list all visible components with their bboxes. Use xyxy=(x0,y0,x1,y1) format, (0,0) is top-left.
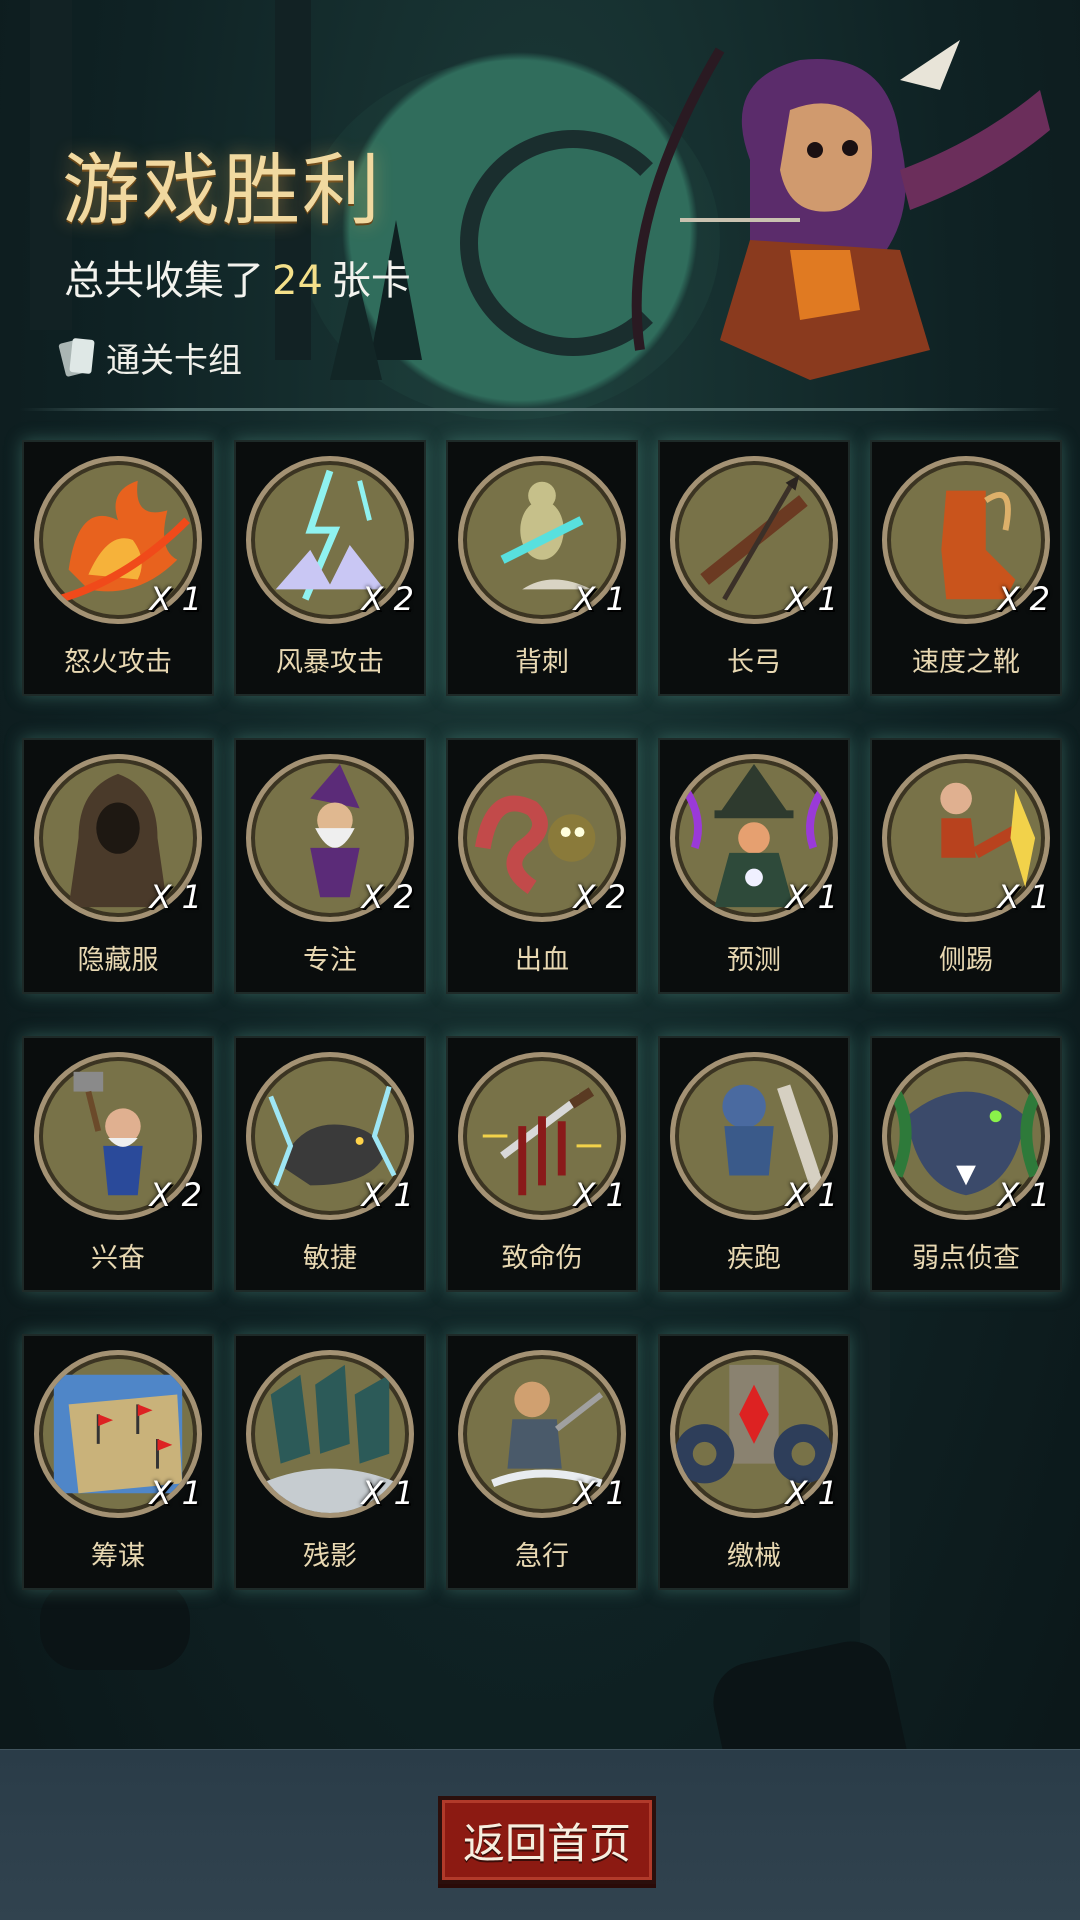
card-item[interactable]: X 1 长弓 xyxy=(658,440,850,696)
card-name: 预测 xyxy=(727,945,781,976)
card-quantity: X 1 xyxy=(785,1176,838,1214)
card-item[interactable]: X 1 背刺 xyxy=(446,440,638,696)
cleared-deck-label: 通关卡组 xyxy=(106,340,242,381)
card-name: 致命伤 xyxy=(501,1243,583,1274)
card-quantity: X 2 xyxy=(361,580,414,618)
card-item[interactable]: X 2 专注 xyxy=(234,738,426,994)
card-item[interactable]: X 1 怒火攻击 xyxy=(22,440,214,696)
summary-suffix: 张卡 xyxy=(330,258,411,304)
card-quantity: X 1 xyxy=(997,1176,1050,1214)
card-name: 敏捷 xyxy=(303,1243,357,1274)
header-divider xyxy=(20,408,1060,411)
card-count: 24 xyxy=(272,258,323,304)
card-name: 长弓 xyxy=(727,647,781,678)
card-item[interactable]: X 1 致命伤 xyxy=(446,1036,638,1292)
card-item[interactable]: X 1 急行 xyxy=(446,1334,638,1590)
card-name: 筹谋 xyxy=(91,1541,145,1572)
card-name: 背刺 xyxy=(515,647,569,678)
card-name: 风暴攻击 xyxy=(276,647,384,678)
card-item[interactable]: X 1 筹谋 xyxy=(22,1334,214,1590)
card-item[interactable]: X 1 侧踢 xyxy=(870,738,1062,994)
card-name: 专注 xyxy=(303,945,357,976)
card-item[interactable]: X 1 预测 xyxy=(658,738,850,994)
summary-prefix: 总共收集了 xyxy=(64,258,264,304)
skull-silhouette xyxy=(40,1580,190,1670)
card-name: 兴奋 xyxy=(91,1243,145,1274)
card-name: 隐藏服 xyxy=(77,945,159,976)
hooded-archer-illustration xyxy=(631,40,1050,380)
card-name: 急行 xyxy=(515,1541,569,1572)
card-quantity: X 2 xyxy=(997,580,1050,618)
card-item[interactable]: X 1 残影 xyxy=(234,1334,426,1590)
card-quantity: X 2 xyxy=(361,878,414,916)
card-name: 缴械 xyxy=(727,1541,781,1572)
card-item[interactable]: X 1 敏捷 xyxy=(234,1036,426,1292)
card-quantity: X 1 xyxy=(361,1176,414,1214)
card-item[interactable]: X 2 出血 xyxy=(446,738,638,994)
card-name: 侧踢 xyxy=(939,945,993,976)
card-quantity: X 1 xyxy=(573,1474,626,1512)
card-quantity: X 2 xyxy=(573,878,626,916)
card-item[interactable]: X 1 疾跑 xyxy=(658,1036,850,1292)
card-name: 怒火攻击 xyxy=(64,647,172,678)
cards-icon xyxy=(58,337,95,378)
card-quantity: X 1 xyxy=(785,1474,838,1512)
card-quantity: X 2 xyxy=(149,1176,202,1214)
card-quantity: X 1 xyxy=(149,878,202,916)
card-item[interactable]: X 1 隐藏服 xyxy=(22,738,214,994)
card-name: 出血 xyxy=(515,945,569,976)
card-quantity: X 1 xyxy=(997,878,1050,916)
card-quantity: X 1 xyxy=(785,580,838,618)
victory-header: 游戏胜利 总共收集了 24 张卡 通关卡组 xyxy=(0,0,1080,411)
victory-title: 游戏胜利 xyxy=(62,146,383,236)
collection-summary: 总共收集了 24 张卡 xyxy=(64,248,411,306)
return-home-label: 返回首页 xyxy=(462,1818,631,1868)
card-quantity: X 1 xyxy=(785,878,838,916)
card-quantity: X 1 xyxy=(149,580,202,618)
card-quantity: X 1 xyxy=(573,580,626,618)
card-item[interactable]: X 2 风暴攻击 xyxy=(234,440,426,696)
card-name: 残影 xyxy=(303,1541,357,1572)
card-name: 速度之靴 xyxy=(912,647,1020,678)
cleared-deck-button[interactable]: 通关卡组 xyxy=(58,332,242,382)
return-home-button[interactable]: 返回首页 xyxy=(438,1796,656,1884)
card-quantity: X 1 xyxy=(149,1474,202,1512)
card-quantity: X 1 xyxy=(573,1176,626,1214)
card-name: 疾跑 xyxy=(727,1243,781,1274)
card-item[interactable]: X 2 速度之靴 xyxy=(870,440,1062,696)
card-item[interactable]: X 1 缴械 xyxy=(658,1334,850,1590)
card-name: 弱点侦查 xyxy=(912,1243,1020,1274)
card-item[interactable]: X 2 兴奋 xyxy=(22,1036,214,1292)
card-quantity: X 1 xyxy=(361,1474,414,1512)
card-item[interactable]: X 1 弱点侦查 xyxy=(870,1036,1062,1292)
